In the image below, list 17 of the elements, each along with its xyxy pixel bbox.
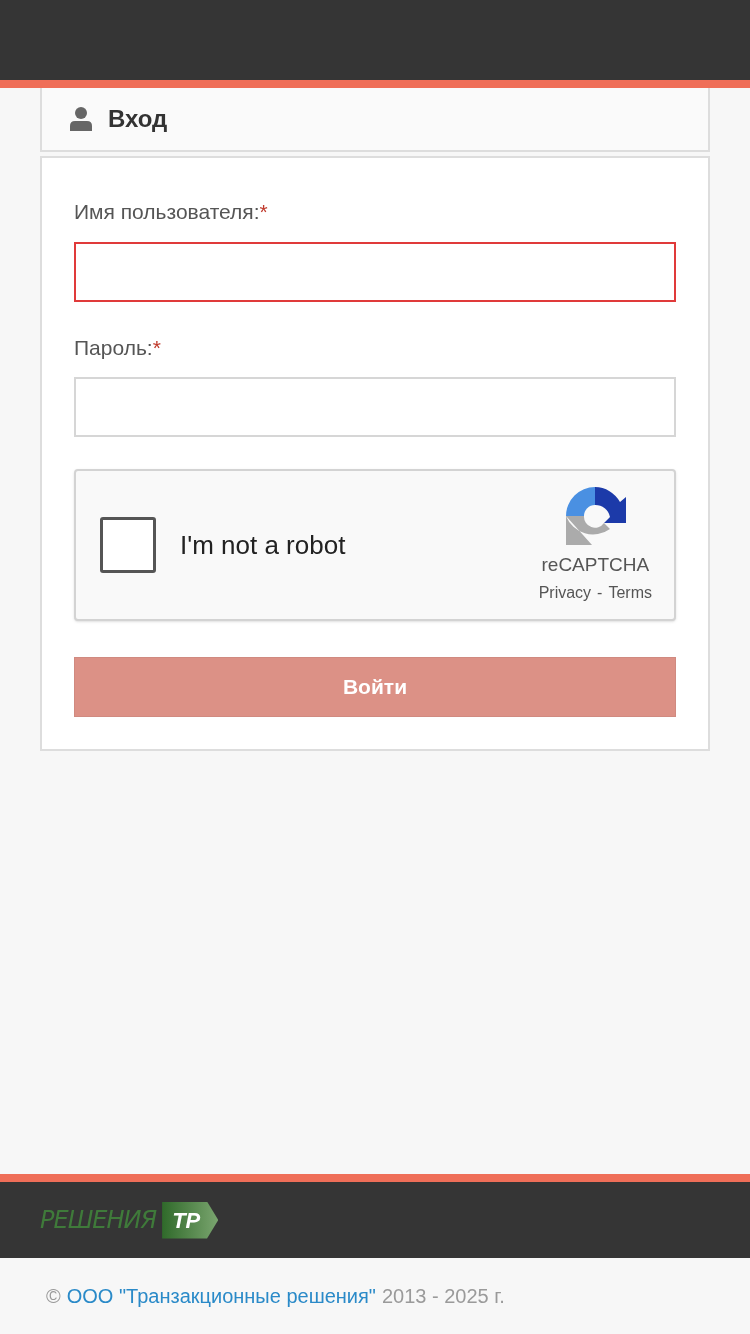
user-icon	[70, 107, 92, 131]
captcha-brand: reCAPTCHA	[541, 552, 650, 577]
panel-title: Вход	[108, 104, 168, 134]
copyright-years: 2013 - 2025 г.	[381, 1284, 505, 1309]
link-separator: -	[597, 583, 603, 604]
captcha-checkbox[interactable]	[100, 517, 156, 573]
terms-link[interactable]: Terms	[608, 581, 652, 606]
field-label: Пароль:*	[74, 334, 162, 361]
captcha-label: I'm not a robot	[180, 528, 347, 562]
username-field[interactable]	[74, 241, 676, 302]
password-field[interactable]	[74, 377, 676, 437]
privacy-link[interactable]: Privacy	[538, 581, 592, 606]
recaptcha-logo-icon	[564, 484, 627, 547]
copyright-sign: ©	[46, 1284, 61, 1309]
company-logo: РЕШЕНИЯ ТР	[40, 1201, 219, 1239]
company-link[interactable]: ООО "Транзакционные решения"	[66, 1281, 376, 1311]
field-label: Имя пользователя:*	[74, 199, 269, 225]
